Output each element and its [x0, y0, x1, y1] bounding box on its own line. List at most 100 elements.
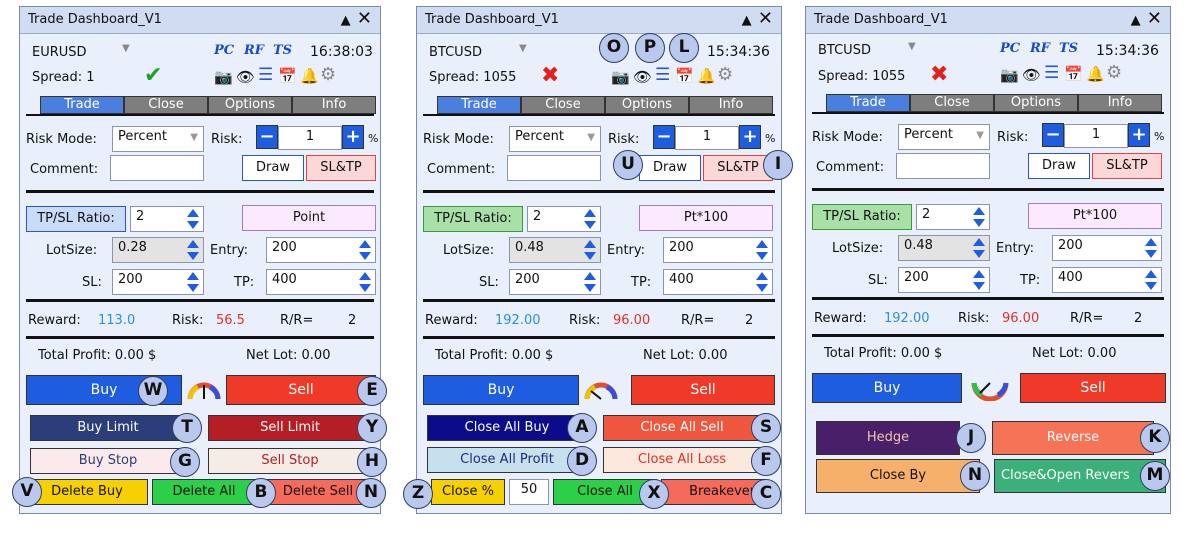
close-percent-input[interactable]: 50 [509, 479, 549, 505]
camera-icon[interactable]: 📷 [611, 70, 630, 85]
point-mode-button[interactable]: Point [242, 205, 376, 231]
tp-spinner-icon[interactable] [358, 271, 372, 293]
risk-input[interactable]: 1 [675, 126, 739, 150]
calendar-icon[interactable]: 📅 [1064, 67, 1083, 82]
risk-mode-select[interactable]: Percent ▼ [898, 124, 990, 150]
collapse-icon[interactable]: ▲ [341, 13, 351, 28]
close-icon[interactable]: ✕ [758, 8, 773, 29]
draw-button[interactable]: Draw [242, 155, 304, 181]
draw-button[interactable]: Draw [1028, 153, 1090, 179]
gear-icon[interactable]: ⚙ [717, 66, 733, 84]
tp-sl-ratio-button[interactable]: TP/SL Ratio: [812, 204, 912, 230]
close-all-profit-button[interactable]: Close All Profit [427, 447, 587, 473]
lotsize-spinner-icon[interactable] [186, 239, 200, 261]
badge-ts[interactable]: TS [1059, 41, 1078, 56]
list-icon[interactable]: ☰ [258, 67, 273, 84]
point-mode-button[interactable]: Pt*100 [1028, 203, 1162, 229]
badge-rf[interactable]: RF [1030, 41, 1050, 56]
calendar-icon[interactable]: 📅 [278, 69, 297, 84]
close-all-loss-button[interactable]: Close All Loss [603, 447, 761, 473]
tp-sl-ratio-button[interactable]: TP/SL Ratio: [423, 206, 523, 232]
badge-ts[interactable]: TS [273, 43, 292, 58]
comment-input[interactable] [507, 155, 601, 181]
close-by-button[interactable]: Close By [816, 459, 980, 493]
risk-mode-select[interactable]: Percent ▼ [509, 126, 601, 152]
buy-limit-button[interactable]: Buy Limit [30, 415, 186, 441]
camera-icon[interactable]: 📷 [1000, 68, 1019, 83]
tab-info[interactable]: Info [689, 96, 773, 114]
tab-options[interactable]: Options [994, 94, 1078, 112]
breakeven-button[interactable]: Breakeven [661, 479, 765, 505]
dropdown-arrow-icon[interactable]: ▼ [908, 41, 916, 52]
bell-icon[interactable]: 🔔 [300, 69, 319, 84]
risk-increment-button[interactable]: + [739, 125, 761, 149]
gear-icon[interactable]: ⚙ [1106, 64, 1122, 82]
symbol-select[interactable]: BTCUSD [818, 43, 871, 58]
tab-trade[interactable]: Trade [437, 96, 521, 114]
risk-increment-button[interactable]: + [342, 125, 364, 149]
dropdown-arrow-icon[interactable]: ▼ [519, 43, 527, 54]
comment-input[interactable] [896, 153, 990, 179]
tp-spinner-icon[interactable] [1144, 269, 1158, 291]
eye-icon[interactable]: 👁 [236, 70, 255, 85]
dropdown-arrow-icon[interactable]: ▼ [122, 43, 130, 54]
sell-button[interactable]: Sell [1020, 373, 1166, 403]
close-all-buy-button[interactable]: Close All Buy [427, 415, 587, 441]
risk-decrement-button[interactable]: − [1042, 123, 1064, 147]
tab-close[interactable]: Close [910, 94, 994, 112]
tab-trade[interactable]: Trade [40, 96, 124, 114]
buy-button[interactable]: Buy [423, 375, 579, 405]
entry-spinner-icon[interactable] [755, 239, 769, 261]
sell-stop-button[interactable]: Sell Stop [208, 448, 372, 474]
tab-options[interactable]: Options [605, 96, 689, 114]
close-all-sell-button[interactable]: Close All Sell [603, 415, 761, 441]
lotsize-spinner-icon[interactable] [972, 237, 986, 259]
ratio-spinner-icon[interactable] [186, 208, 200, 230]
sl-tp-button[interactable]: SL&TP [1092, 153, 1162, 179]
entry-spinner-icon[interactable] [1144, 237, 1158, 259]
tab-close[interactable]: Close [521, 96, 605, 114]
symbol-select[interactable]: EURUSD [32, 45, 87, 60]
sell-button[interactable]: Sell [631, 375, 775, 405]
risk-decrement-button[interactable]: − [653, 125, 675, 149]
badge-pc[interactable]: PC [1000, 41, 1020, 56]
tab-close[interactable]: Close [124, 96, 208, 114]
bell-icon[interactable]: 🔔 [1086, 67, 1105, 82]
close-percent-button[interactable]: Close % [431, 479, 505, 505]
gear-icon[interactable]: ⚙ [320, 66, 336, 84]
collapse-icon[interactable]: ▲ [1131, 13, 1141, 28]
tab-trade[interactable]: Trade [826, 94, 910, 112]
comment-input[interactable] [110, 155, 204, 181]
close-icon[interactable]: ✕ [357, 8, 372, 29]
risk-mode-select[interactable]: Percent ▼ [112, 126, 204, 152]
delete-all-button[interactable]: Delete All [152, 479, 256, 505]
tp-sl-ratio-button[interactable]: TP/SL Ratio: [26, 206, 126, 232]
risk-input[interactable]: 1 [278, 126, 342, 150]
badge-rf[interactable]: RF [244, 43, 264, 58]
sl-spinner-icon[interactable] [186, 271, 200, 293]
ratio-spinner-icon[interactable] [972, 206, 986, 228]
list-icon[interactable]: ☰ [655, 67, 670, 84]
risk-increment-button[interactable]: + [1128, 123, 1150, 147]
badge-pc[interactable]: PC [214, 43, 234, 58]
draw-button[interactable]: Draw [639, 155, 701, 181]
sell-button[interactable]: Sell [226, 375, 376, 405]
risk-decrement-button[interactable]: − [256, 125, 278, 149]
risk-input[interactable]: 1 [1064, 124, 1128, 148]
sl-spinner-icon[interactable] [583, 271, 597, 293]
delete-buy-button[interactable]: Delete Buy [26, 479, 148, 505]
hedge-button[interactable]: Hedge [816, 421, 960, 455]
buy-stop-button[interactable]: Buy Stop [30, 448, 186, 474]
symbol-select[interactable]: BTCUSD [429, 45, 482, 60]
sl-tp-button[interactable]: SL&TP [306, 155, 376, 181]
close-icon[interactable]: ✕ [1147, 8, 1162, 29]
eye-icon[interactable]: 👁 [1022, 68, 1041, 83]
sell-limit-button[interactable]: Sell Limit [208, 415, 372, 441]
point-mode-button[interactable]: Pt*100 [639, 205, 773, 231]
tp-spinner-icon[interactable] [755, 271, 769, 293]
eye-icon[interactable]: 👁 [633, 70, 652, 85]
tab-info[interactable]: Info [1078, 94, 1162, 112]
camera-icon[interactable]: 📷 [214, 70, 233, 85]
tab-options[interactable]: Options [208, 96, 292, 114]
buy-button[interactable]: Buy [812, 373, 962, 403]
